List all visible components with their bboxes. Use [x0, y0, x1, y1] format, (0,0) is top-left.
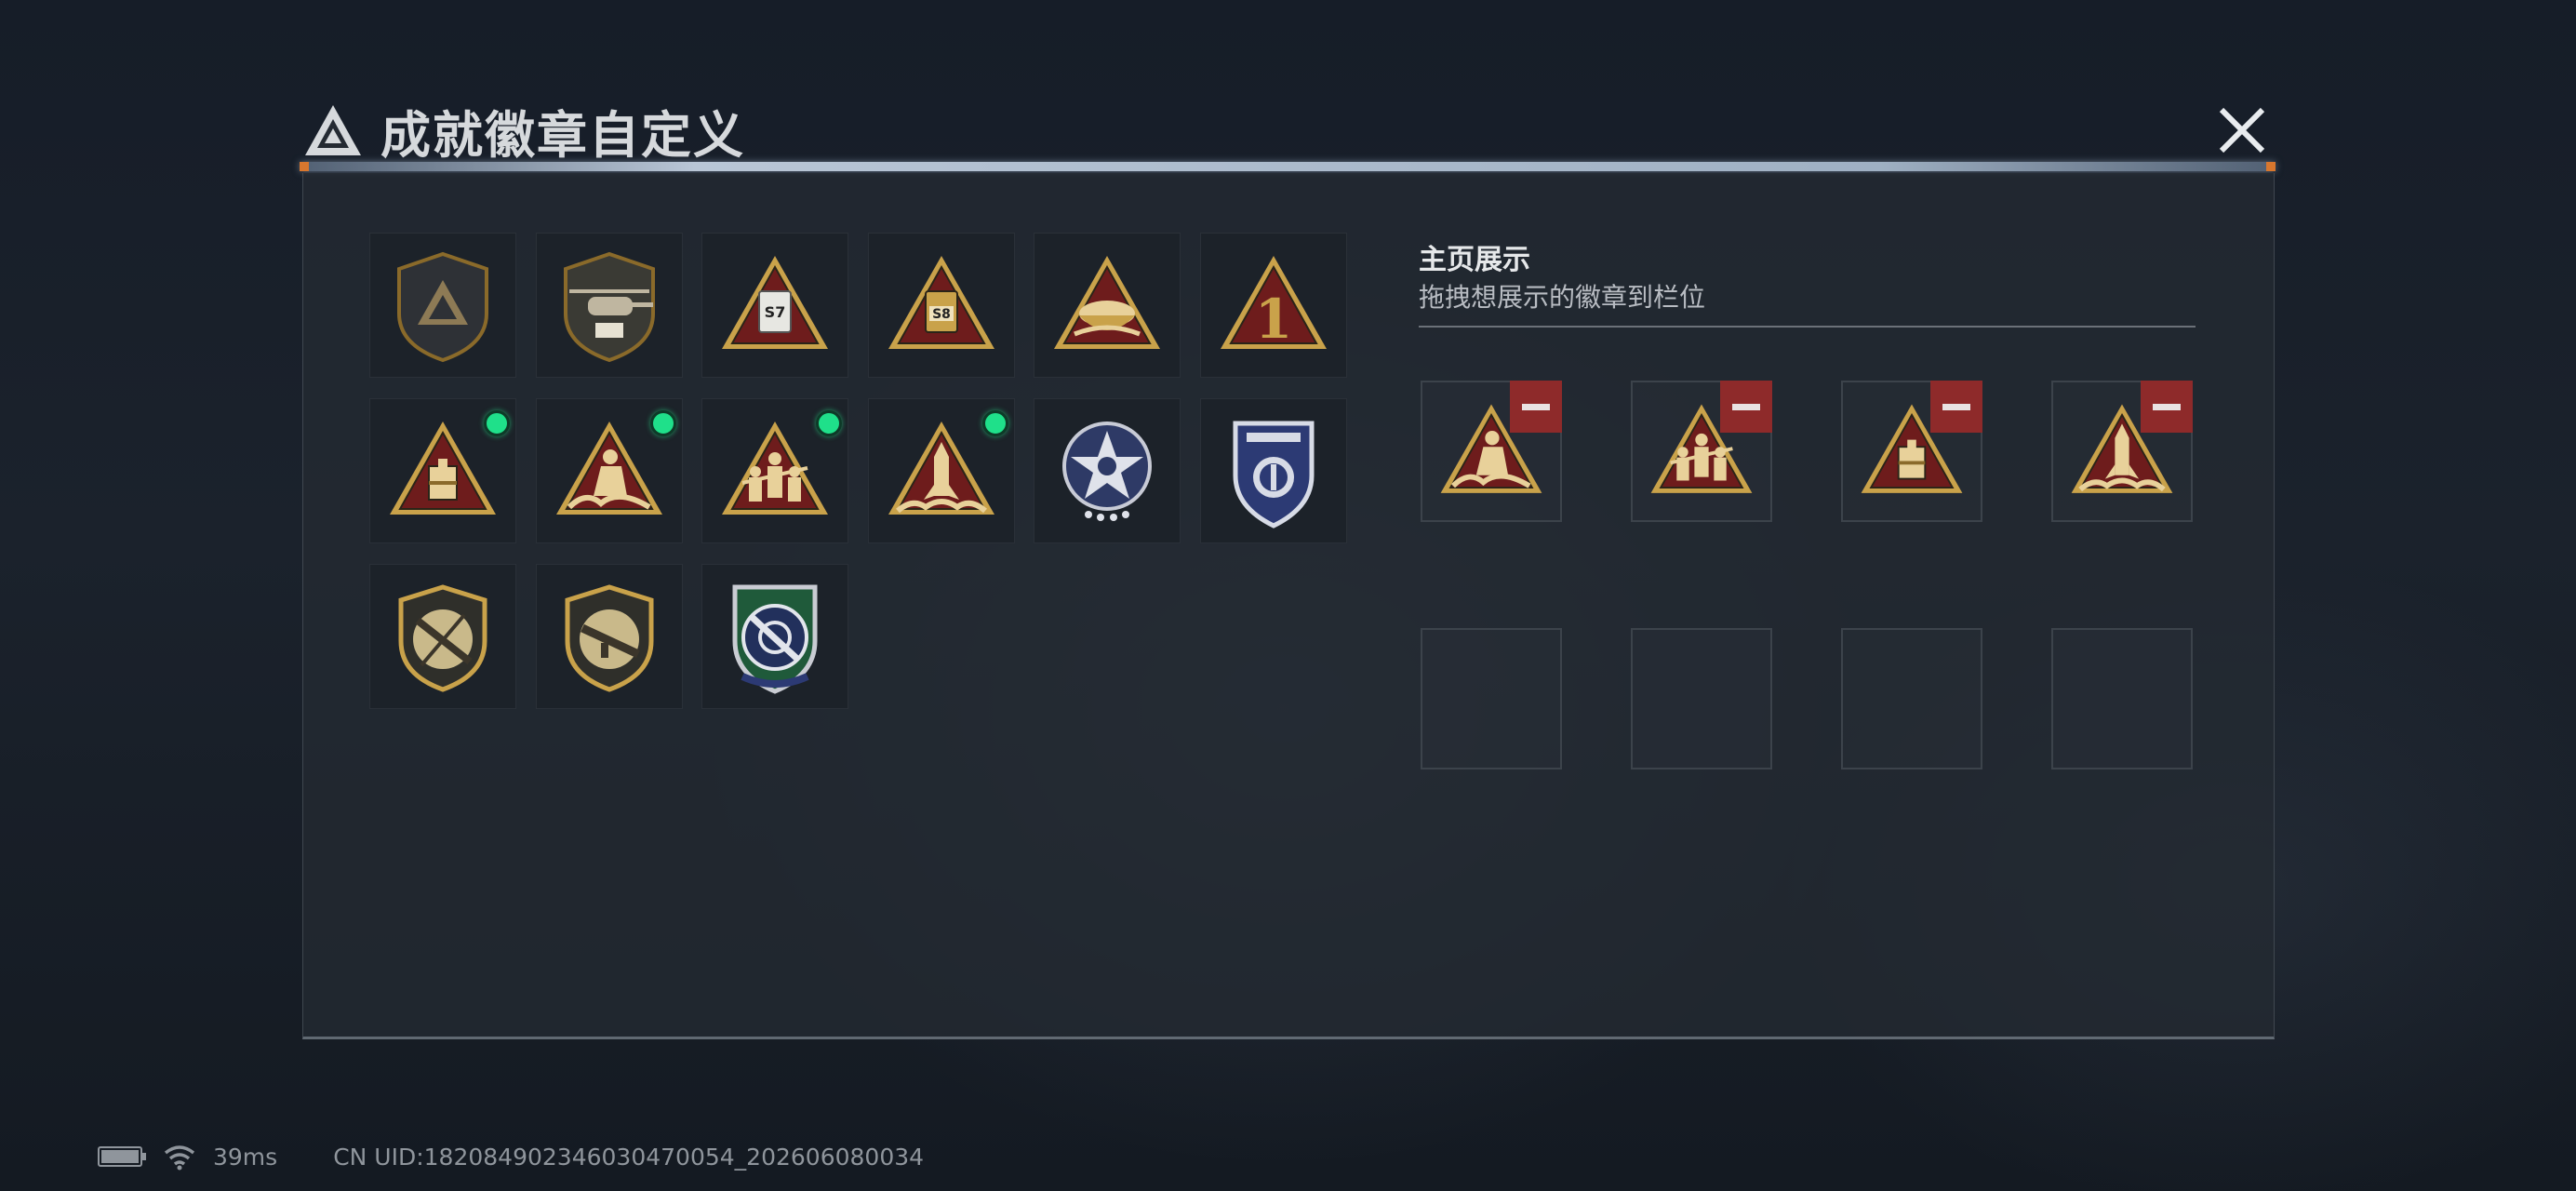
badge-item-missile-triangle-badge[interactable]: [867, 398, 1015, 543]
divider-cap-right: [2266, 162, 2276, 171]
helicopter-badge-icon: [563, 251, 655, 363]
badge-item-s8-triangle-badge[interactable]: S8: [867, 233, 1015, 378]
new-badge-indicator: [649, 410, 676, 436]
showcase-subtitle: 拖拽想展示的徽章到栏位: [1419, 282, 1706, 313]
badge-item-shield-triangle-badge[interactable]: [369, 233, 516, 378]
badge-item-squad-triangle-badge[interactable]: [701, 398, 848, 543]
showcase-slot-empty[interactable]: [1631, 628, 1772, 769]
svg-text:S8: S8: [932, 307, 951, 322]
number-one-triangle-badge-icon: 1: [1220, 256, 1327, 351]
triangle-logo-icon: [305, 105, 361, 155]
bowl-triangle-badge-icon: [1054, 256, 1160, 349]
showcase-divider: [1419, 326, 2196, 328]
new-badge-indicator: [484, 410, 510, 436]
badge-item-rifle-shield-badge[interactable]: [535, 564, 683, 709]
minus-icon: [2153, 403, 2181, 410]
badge-item-star-emblem-badge[interactable]: [1034, 398, 1181, 543]
new-badge-indicator: [816, 410, 842, 436]
showcase-slot-empty[interactable]: [1841, 628, 1982, 769]
minus-icon: [1732, 403, 1760, 410]
badge-item-helicopter-badge[interactable]: [535, 233, 683, 378]
showcase-slot-empty[interactable]: [2051, 628, 2193, 769]
close-icon: [2219, 107, 2265, 154]
divider-cap-left: [300, 162, 309, 171]
showcase-slot-filled[interactable]: [2051, 381, 2193, 522]
shield-triangle-badge-icon: [397, 251, 488, 363]
status-bar: 39ms CN UID:18208490234603047005​4_20260…: [98, 1143, 924, 1171]
badge-item-kneeling-soldier-triangle-badge[interactable]: [535, 398, 683, 543]
s8-triangle-badge-icon: S8: [888, 256, 994, 349]
new-badge-indicator: [981, 410, 1008, 436]
badge-item-crosshair-green-shield-badge[interactable]: [701, 564, 848, 709]
crosshair-green-shield-badge-icon: [732, 584, 818, 694]
minus-icon: [1522, 403, 1550, 410]
crossed-rifle-shield-badge-icon: [398, 584, 487, 692]
badge-item-supply-box-triangle-badge[interactable]: [369, 398, 516, 543]
remove-badge-button[interactable]: [1510, 381, 1562, 433]
remove-badge-button[interactable]: [1930, 381, 1982, 433]
s7-triangle-badge-icon: S7: [722, 256, 828, 349]
badge-item-crossed-rifle-shield-badge[interactable]: [369, 564, 516, 709]
rifle-shield-badge-icon: [565, 584, 653, 692]
showcase-title: 主页展示: [1419, 244, 1530, 276]
minus-icon: [1942, 403, 1970, 410]
badge-item-s7-triangle-badge[interactable]: S7: [701, 233, 848, 378]
star-emblem-badge-icon: [1062, 422, 1152, 521]
header-divider: [300, 162, 2276, 171]
remove-badge-button[interactable]: [2141, 381, 2193, 433]
police-shield-badge-icon: [1233, 421, 1314, 529]
showcase-slot-filled[interactable]: [1631, 381, 1772, 522]
close-button[interactable]: [2209, 97, 2276, 164]
page-title: 成就徽章自定义: [380, 105, 745, 165]
remove-badge-button[interactable]: [1720, 381, 1772, 433]
svg-text:1: 1: [1254, 288, 1291, 351]
showcase-slot-filled[interactable]: [1841, 381, 1982, 522]
badge-item-number-one-triangle-badge[interactable]: 1: [1199, 233, 1347, 378]
showcase-slot-filled[interactable]: [1421, 381, 1562, 522]
badge-item-police-shield-badge[interactable]: [1199, 398, 1347, 543]
page-header: 成就徽章自定义: [302, 93, 745, 167]
uid-text: CN UID:18208490234603047005​4_2026060800…: [333, 1143, 925, 1171]
showcase-slot-empty[interactable]: [1421, 628, 1562, 769]
svg-text:S7: S7: [765, 303, 786, 321]
battery-icon: [98, 1146, 146, 1167]
ping-value: 39ms: [213, 1143, 278, 1171]
badge-item-bowl-triangle-badge[interactable]: [1034, 233, 1181, 378]
wifi-icon: [164, 1145, 195, 1171]
